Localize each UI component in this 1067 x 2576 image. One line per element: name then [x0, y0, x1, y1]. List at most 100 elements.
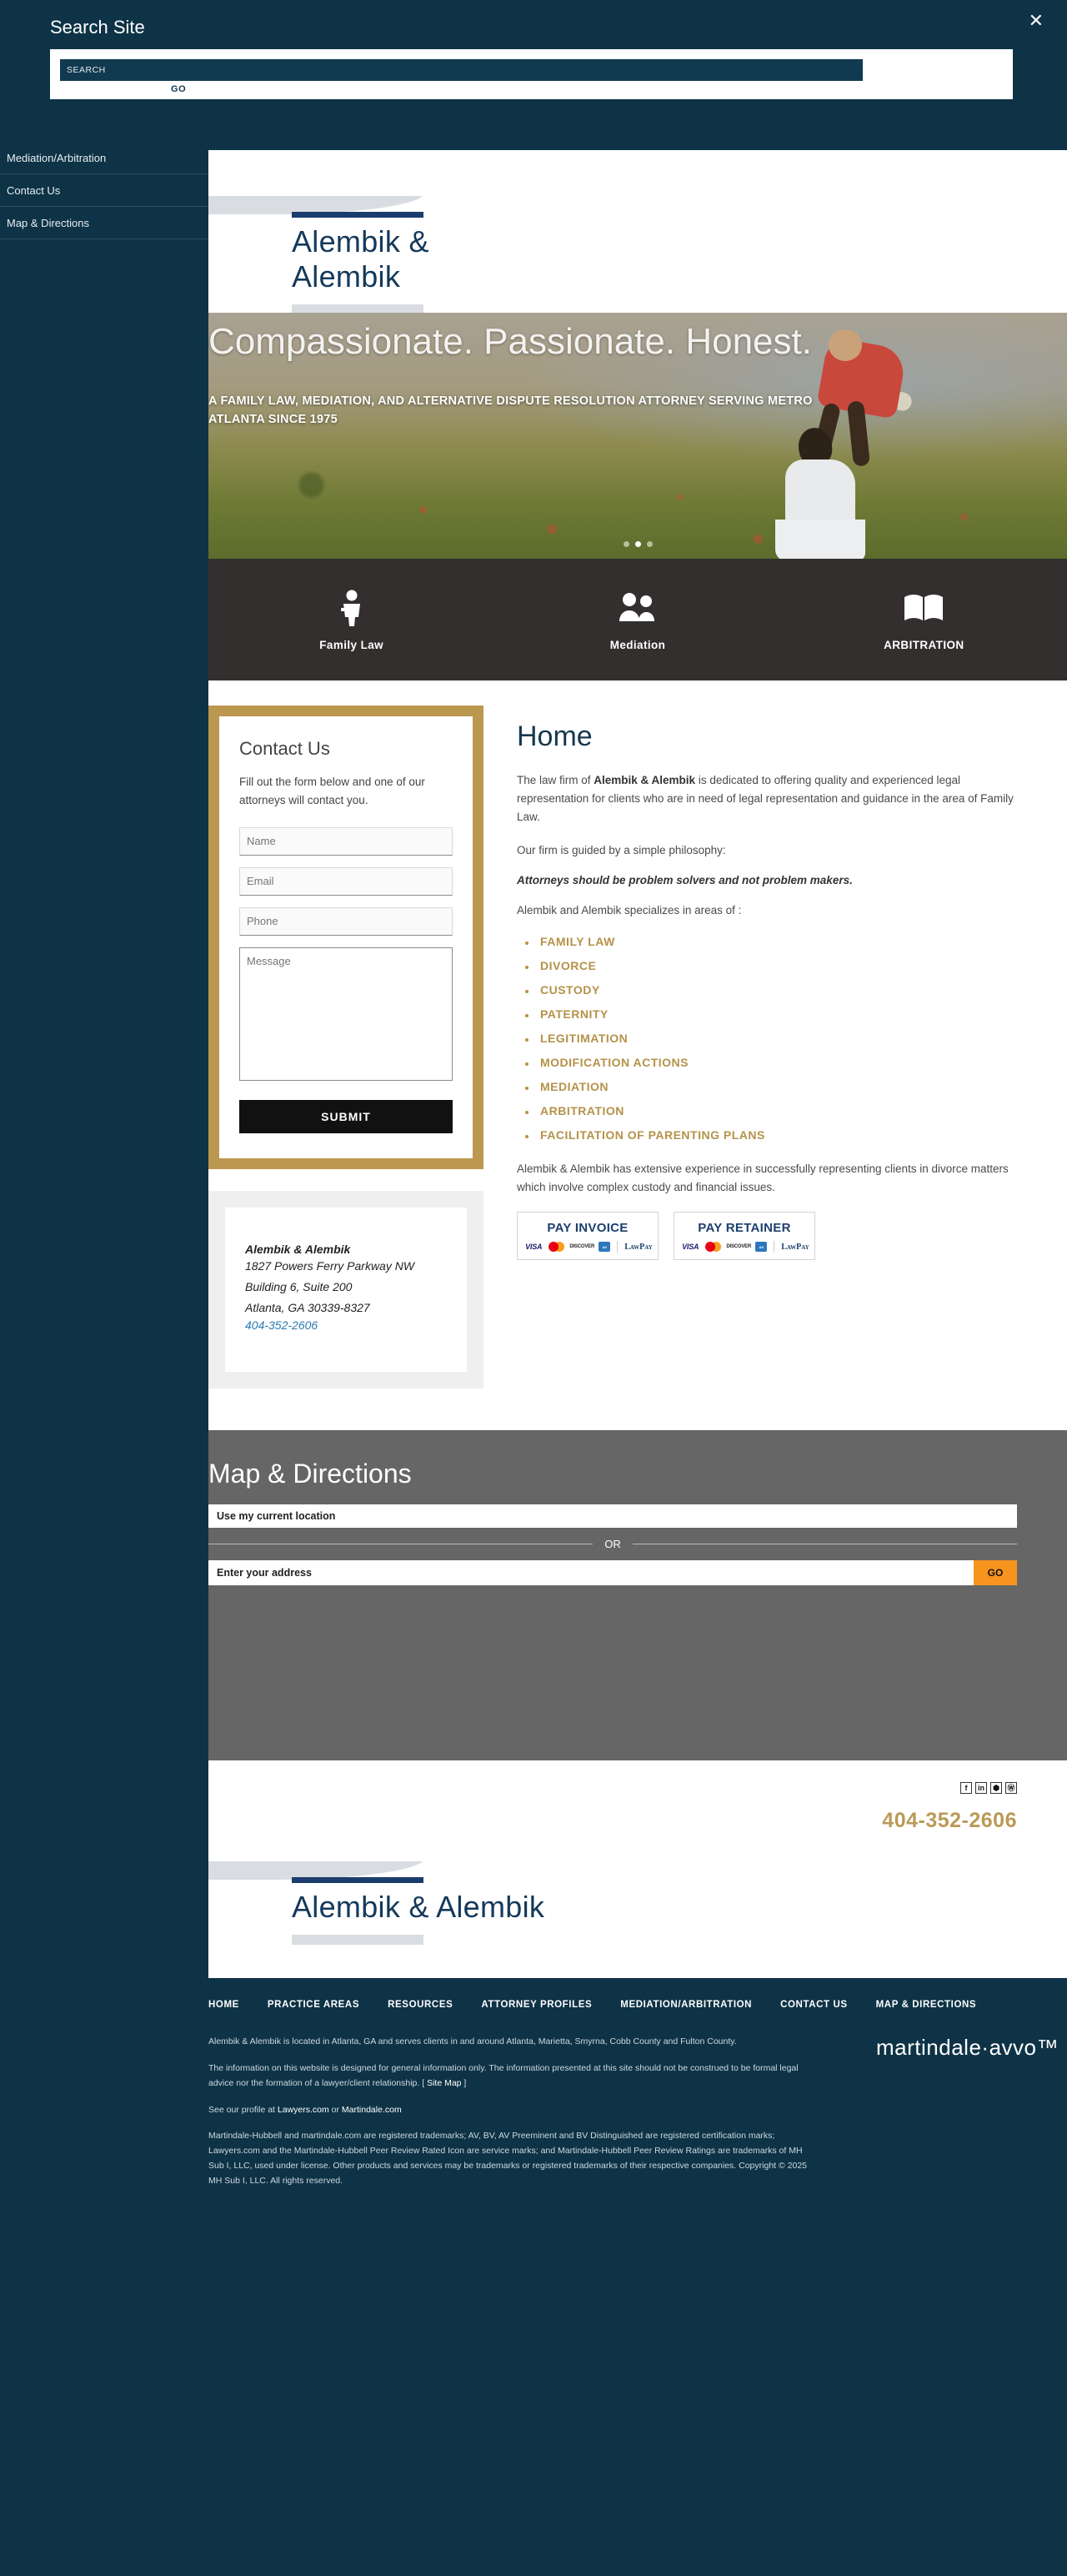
footer-nav-contact-us[interactable]: CONTACT US: [780, 2000, 848, 2010]
list-item[interactable]: MEDIATION: [525, 1080, 1017, 1095]
martindale-com-link[interactable]: Martindale.com: [342, 2105, 402, 2115]
footer-nav-attorney-profiles[interactable]: ATTORNEY PROFILES: [481, 2000, 592, 2010]
people-group-icon: [494, 589, 780, 627]
search-go-button[interactable]: GO: [171, 84, 186, 94]
address-phone-link[interactable]: 404-352-2606: [245, 1318, 318, 1332]
visa-icon: VISA: [523, 1242, 545, 1253]
site-map-link[interactable]: Site Map: [427, 2078, 461, 2088]
pay-retainer-button[interactable]: PAY RETAINER VISA DISCOVER AX LawPay: [674, 1212, 815, 1261]
pay-retainer-card-logos: VISA DISCOVER AX LawPay: [674, 1241, 814, 1253]
avvo-icon[interactable]: Ⓦ: [1005, 1782, 1017, 1795]
hero-slider-dots[interactable]: [208, 541, 1067, 547]
practice-label-mediation: Mediation: [609, 638, 666, 651]
footer-body: Alembik & Alembik is located in Atlanta,…: [208, 2035, 1067, 2201]
area-link-family-law[interactable]: FAMILY LAW: [540, 935, 615, 948]
hero-text-block: Compassionate. Passionate. Honest. A FAM…: [208, 321, 859, 429]
footer-nav-home[interactable]: HOME: [208, 2000, 239, 2010]
justia-icon[interactable]: ⬢: [990, 1782, 1002, 1795]
area-link-mediation[interactable]: MEDIATION: [540, 1080, 609, 1093]
linkedin-icon[interactable]: in: [975, 1782, 987, 1795]
use-current-location-label: Use my current location: [217, 1510, 336, 1523]
hero-dot-2[interactable]: [634, 541, 641, 547]
footer-nav-resources[interactable]: RESOURCES: [388, 2000, 453, 2010]
footer-logo-name: Alembik & Alembik: [292, 1890, 545, 1925]
close-icon[interactable]: ✕: [1029, 12, 1044, 30]
practice-item-mediation[interactable]: Mediation: [494, 589, 780, 651]
practice-label-arbitration: ARBITRATION: [884, 638, 964, 651]
right-column: Home The law firm of Alembik & Alembik i…: [483, 706, 1067, 1388]
map-directions-section: Map & Directions Use my current location…: [208, 1430, 1067, 1761]
contact-message-textarea[interactable]: [239, 947, 453, 1081]
list-item[interactable]: PATERNITY: [525, 1007, 1017, 1022]
map-go-button[interactable]: GO: [974, 1560, 1017, 1586]
address-card: Alembik & Alembik 1827 Powers Ferry Park…: [208, 1190, 483, 1389]
slide-out-nav-list: Mediation/Arbitration Contact Us Map & D…: [0, 142, 208, 239]
list-item[interactable]: MODIFICATION ACTIONS: [525, 1056, 1017, 1071]
slide-out-nav: Mediation/Arbitration Contact Us Map & D…: [0, 0, 208, 2576]
area-link-arbitration[interactable]: ARBITRATION: [540, 1104, 624, 1117]
practice-areas-strip: Family Law Mediation ARBITRATION: [208, 559, 1067, 680]
hero-headline: Compassionate. Passionate. Honest.: [208, 321, 812, 362]
footer-nav-practice-areas[interactable]: PRACTICE AREAS: [268, 2000, 359, 2010]
site-logo[interactable]: Alembik & Alembik: [208, 196, 458, 314]
map-or-label: OR: [604, 1538, 621, 1551]
footer-line-serving-area: Alembik & Alembik is located in Atlanta,…: [208, 2036, 737, 2047]
contact-phone-input[interactable]: [239, 906, 453, 936]
search-overlay-box: GO: [50, 49, 1013, 99]
area-link-divorce[interactable]: DIVORCE: [540, 959, 596, 972]
lawpay-logo: LawPay: [781, 1242, 809, 1252]
hero-subhead: A FAMILY LAW, MEDIATION, AND ALTERNATIVE…: [208, 394, 813, 427]
martindale-avvo-logo: martindale·avvo™: [809, 2035, 1067, 2201]
list-item[interactable]: ARBITRATION: [525, 1104, 1017, 1119]
area-link-paternity[interactable]: PATERNITY: [540, 1007, 609, 1021]
footer-line-profile: See our profile at Lawyers.com or Martin…: [208, 2103, 809, 2118]
contact-email-input[interactable]: [239, 866, 453, 896]
sidebar-item-map-directions[interactable]: Map & Directions: [0, 207, 208, 239]
contact-submit-button[interactable]: SUBMIT: [239, 1099, 453, 1133]
area-link-modification-actions[interactable]: MODIFICATION ACTIONS: [540, 1056, 689, 1069]
practice-area-list: FAMILY LAW DIVORCE CUSTODY PATERNITY LEG…: [525, 935, 1017, 1143]
lawyers-com-link[interactable]: Lawyers.com: [278, 2105, 329, 2115]
search-input[interactable]: [60, 59, 863, 81]
page-title: Home: [517, 721, 593, 752]
social-links: f in ⬢ Ⓦ: [208, 1782, 1017, 1795]
area-link-custody[interactable]: CUSTODY: [540, 983, 600, 997]
map-inner: Map & Directions Use my current location…: [208, 1459, 1067, 1586]
footer-nav-mediation-arbitration[interactable]: MEDIATION/ARBITRATION: [620, 2000, 752, 2010]
list-item[interactable]: FACILITATION OF PARENTING PLANS: [525, 1128, 1017, 1143]
practice-item-arbitration[interactable]: ARBITRATION: [781, 589, 1067, 651]
use-current-location-field[interactable]: Use my current location: [208, 1504, 1017, 1529]
footer-line-trademarks: Martindale-Hubbell and martindale.com ar…: [208, 2131, 807, 2186]
sidebar-item-contact-us[interactable]: Contact Us: [0, 174, 208, 207]
list-item[interactable]: DIVORCE: [525, 959, 1017, 974]
map-address-row: Enter your address GO: [208, 1560, 1017, 1586]
amex-icon: AX: [755, 1242, 768, 1253]
list-item[interactable]: FAMILY LAW: [525, 935, 1017, 950]
footer-nav-map-directions[interactable]: MAP & DIRECTIONS: [876, 2000, 977, 2010]
footer-upper: f in ⬢ Ⓦ 404-352-2606 Alembik & Alembik: [208, 1760, 1067, 1979]
footer-phone[interactable]: 404-352-2606: [208, 1809, 1017, 1833]
list-item[interactable]: CUSTODY: [525, 983, 1017, 998]
practice-item-family-law[interactable]: Family Law: [208, 589, 494, 651]
list-item[interactable]: LEGITIMATION: [525, 1032, 1017, 1047]
areas-intro: Alembik and Alembik specializes in areas…: [517, 904, 742, 917]
martindale-avvo-wordmark: martindale·avvo™: [876, 2035, 1059, 2061]
hero-dot-1[interactable]: [623, 541, 629, 547]
pay-invoice-button[interactable]: PAY INVOICE VISA DISCOVER AX LawPay: [517, 1212, 659, 1261]
intro-paragraph: The law firm of Alembik & Alembik is ded…: [517, 771, 1017, 826]
lawpay-logo: LawPay: [624, 1242, 653, 1252]
footer-logo-grey-bar: [292, 1935, 423, 1946]
area-link-legitimation[interactable]: LEGITIMATION: [540, 1032, 628, 1045]
search-overlay-title: Search Site: [50, 17, 145, 38]
mastercard-icon: [549, 1242, 565, 1253]
hero-banner: Compassionate. Passionate. Honest. A FAM…: [208, 313, 1067, 559]
hero-dot-3[interactable]: [646, 541, 653, 547]
facebook-icon[interactable]: f: [960, 1782, 972, 1795]
map-address-placeholder[interactable]: Enter your address: [208, 1567, 312, 1579]
pay-invoice-label: PAY INVOICE: [547, 1221, 629, 1236]
logo-firm-name: Alembik & Alembik: [292, 224, 429, 294]
area-link-facilitation-parenting-plans[interactable]: FACILITATION OF PARENTING PLANS: [540, 1128, 765, 1142]
contact-name-input[interactable]: [239, 826, 453, 856]
footer-logo[interactable]: Alembik & Alembik: [208, 1861, 1017, 1946]
person-icon: [208, 589, 494, 627]
